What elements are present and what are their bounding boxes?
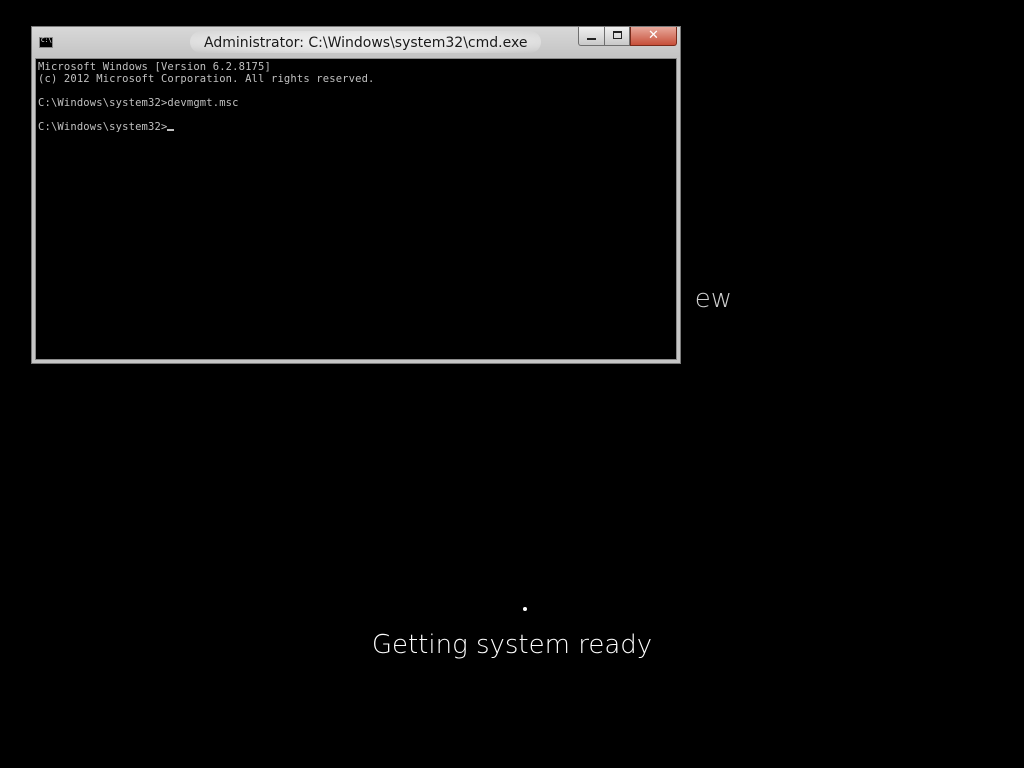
console-output[interactable]: Microsoft Windows [Version 6.2.8175] (c)… (35, 58, 677, 360)
console-prompt-line[interactable]: C:\Windows\system32> (38, 121, 676, 133)
close-icon: ✕ (648, 28, 659, 43)
cmd-icon-label: C:\ (41, 37, 52, 44)
status-message: Getting system ready (371, 630, 653, 660)
progress-spinner (523, 607, 527, 611)
minimize-icon (587, 38, 596, 40)
minimize-button[interactable] (578, 27, 605, 46)
console-line-copyright: (c) 2012 Microsoft Corporation. All righ… (38, 73, 375, 85)
console-prompt: C:\Windows\system32> (38, 121, 168, 133)
close-button[interactable]: ✕ (630, 27, 677, 46)
title-bar[interactable]: C:\ Administrator: C:\Windows\system32\c… (32, 27, 680, 57)
maximize-icon (613, 31, 622, 39)
console-line-command: C:\Windows\system32>devmgmt.msc (38, 97, 239, 109)
cmd-window[interactable]: C:\ Administrator: C:\Windows\system32\c… (31, 26, 681, 364)
setup-screen: ew Getting system ready C:\ Administrato… (0, 0, 1024, 768)
window-title: Administrator: C:\Windows\system32\cmd.e… (190, 31, 542, 53)
text-cursor (167, 129, 175, 131)
console-line-version: Microsoft Windows [Version 6.2.8175] (38, 61, 271, 73)
cmd-icon[interactable]: C:\ (39, 37, 53, 48)
maximize-button[interactable] (604, 27, 630, 46)
